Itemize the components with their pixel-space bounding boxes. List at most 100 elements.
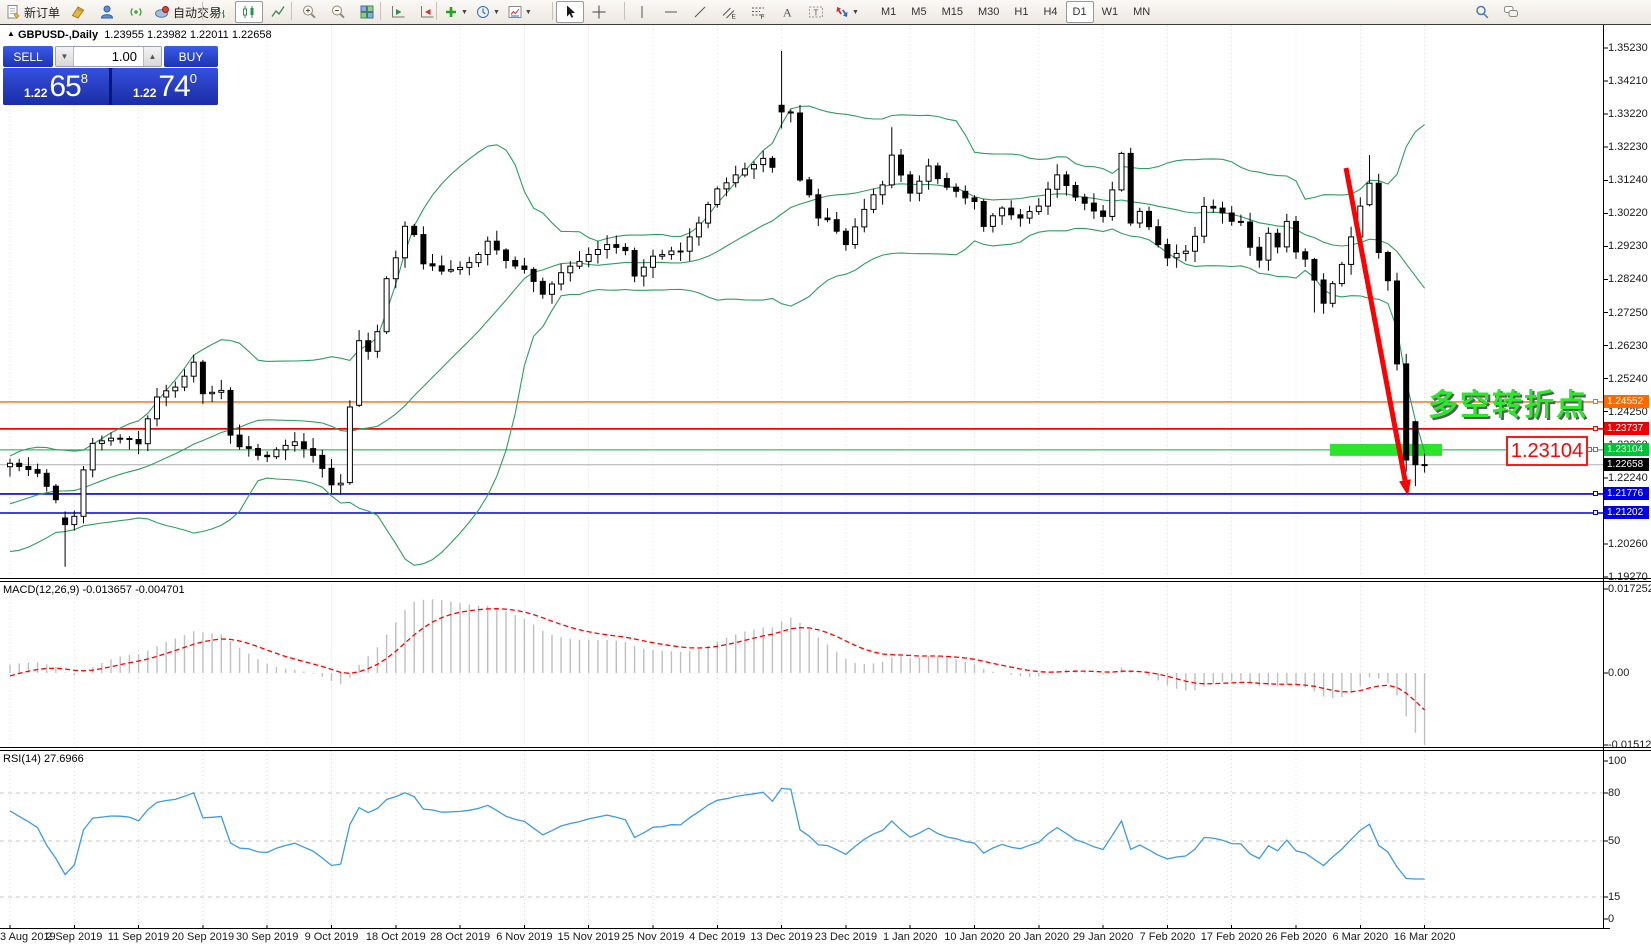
- dropdown-arrow-icon[interactable]: ▼: [525, 9, 532, 16]
- symbol-period-label: GBPUSD-,Daily: [18, 29, 98, 41]
- hline-handle[interactable]: [1593, 447, 1598, 452]
- vertical-line-button[interactable]: [628, 1, 656, 23]
- signals-icon: [128, 4, 144, 20]
- arrows-button[interactable]: ▼: [831, 1, 862, 23]
- volume-increase-button[interactable]: ▲: [143, 47, 161, 66]
- zoom-in-icon: [301, 4, 317, 20]
- toolbar-group: EFA T ▼: [628, 1, 862, 23]
- toolbar-group: ▼ ▼ ▼: [440, 1, 535, 23]
- indicators-button[interactable]: ▼: [440, 1, 471, 23]
- price-callout[interactable]: 1.23104: [1506, 436, 1588, 466]
- chart-shift-icon: [419, 4, 435, 20]
- fibonacci-button[interactable]: F: [744, 1, 772, 23]
- one-click-trade-panel: SELL ▼ ▲ BUY 1.22 65 8 1.22 74 0: [3, 46, 218, 105]
- auto-scroll-button[interactable]: [384, 1, 412, 23]
- svg-text:T: T: [814, 9, 819, 18]
- trendline-button[interactable]: [686, 1, 714, 23]
- auto-scroll-icon: [390, 4, 406, 20]
- timeframe-button-w1[interactable]: W1: [1095, 1, 1126, 23]
- trendline-icon: [692, 4, 708, 20]
- ohlc-values: 1.23955 1.23982 1.22011 1.22658: [104, 29, 271, 41]
- hline-handle[interactable]: [1593, 426, 1598, 431]
- turning-point-annotation[interactable]: 多空转折点: [1428, 380, 1588, 424]
- text-button[interactable]: A: [773, 1, 801, 23]
- rsi-label: RSI(14) 27.6966: [3, 753, 84, 765]
- templates-icon: [507, 4, 523, 20]
- buy-button[interactable]: BUY: [164, 46, 218, 67]
- timeframe-button-m30[interactable]: M30: [971, 1, 1006, 23]
- dropdown-arrow-icon[interactable]: ▼: [852, 9, 859, 16]
- buy-price-figure: 1.22: [133, 86, 156, 100]
- buy-price-pips: 74: [158, 70, 189, 104]
- line-chart-mode-button[interactable]: [264, 1, 292, 23]
- candlestick-mode-icon: [241, 4, 257, 20]
- price-badge: 1.23104: [1604, 443, 1649, 456]
- search-button[interactable]: [1468, 1, 1496, 23]
- community-chat-button[interactable]: [1497, 1, 1525, 23]
- chart-surface[interactable]: [0, 0, 1651, 945]
- price-badge: 1.24552: [1604, 395, 1649, 408]
- collapse-triangle-icon: ▲: [7, 29, 15, 38]
- text-label-button[interactable]: T: [802, 1, 830, 23]
- volume-input[interactable]: [74, 47, 143, 66]
- indicators-icon: [443, 4, 459, 20]
- zoom-out-button[interactable]: [324, 1, 352, 23]
- crosshair-icon: [591, 4, 607, 20]
- dropdown-arrow-icon[interactable]: ▼: [493, 9, 500, 16]
- zoom-in-button[interactable]: [295, 1, 323, 23]
- toolbar: 新订单自动交易▼▼▼EFAT▼M1M5M15M30H1H4D1W1MN: [0, 0, 1651, 25]
- hline-handle[interactable]: [1593, 510, 1598, 515]
- hline-handle[interactable]: [1593, 399, 1598, 404]
- bar-chart-mode-button[interactable]: [206, 1, 234, 23]
- macd-label: MACD(12,26,9) -0.013657 -0.004701: [3, 584, 185, 596]
- timeframe-button-mn[interactable]: MN: [1126, 1, 1157, 23]
- timeframe-button-m1[interactable]: M1: [874, 1, 903, 23]
- timeframe-button-h4[interactable]: H4: [1036, 1, 1064, 23]
- equidistant-channel-button[interactable]: E: [715, 1, 743, 23]
- candlestick-mode-button[interactable]: [235, 1, 263, 23]
- toolbar-separator: [291, 2, 292, 20]
- open-journal-button[interactable]: [64, 1, 92, 23]
- sell-price-tile[interactable]: 1.22 65 8: [3, 68, 109, 105]
- toolbar-separator: [552, 2, 553, 20]
- svg-text:A: A: [783, 6, 792, 20]
- sell-button[interactable]: SELL: [3, 46, 53, 67]
- periods-button[interactable]: ▼: [472, 1, 503, 23]
- chart-title: ▲ GBPUSD-,Daily 1.23955 1.23982 1.22011 …: [7, 29, 272, 41]
- toolbar-group: [206, 1, 292, 23]
- cursor-button[interactable]: [556, 1, 584, 23]
- community-chat-icon: [1503, 4, 1519, 20]
- timeframe-button-m5[interactable]: M5: [904, 1, 933, 23]
- timeframe-button-m15[interactable]: M15: [935, 1, 970, 23]
- buy-price-tile[interactable]: 1.22 74 0: [112, 68, 218, 105]
- tile-windows-icon: [359, 4, 375, 20]
- bar-chart-mode-icon: [212, 4, 228, 20]
- timeframe-button-d1[interactable]: D1: [1066, 1, 1094, 23]
- sell-price-figure: 1.22: [24, 86, 47, 100]
- price-badge: 1.23737: [1604, 422, 1649, 435]
- volume-decrease-button[interactable]: ▼: [56, 47, 74, 66]
- equidistant-channel-icon: E: [721, 4, 737, 20]
- crosshair-button[interactable]: [585, 1, 613, 23]
- horizontal-line-icon: [663, 4, 679, 20]
- text-label-icon: T: [808, 4, 824, 20]
- line-chart-mode-icon: [270, 4, 286, 20]
- new-order-button[interactable]: 新订单: [2, 1, 63, 23]
- sell-price-pips: 65: [49, 70, 80, 104]
- timeframe-button-h1[interactable]: H1: [1007, 1, 1035, 23]
- horizontal-line-button[interactable]: [657, 1, 685, 23]
- signals-button[interactable]: [122, 1, 150, 23]
- tile-windows-button[interactable]: [353, 1, 381, 23]
- hline-handle[interactable]: [1593, 491, 1598, 496]
- toolbar-group: [556, 1, 613, 23]
- toolbar-group: [384, 1, 441, 23]
- toolbar-group: M1M5M15M30H1H4D1W1MN: [874, 1, 1157, 23]
- dropdown-arrow-icon[interactable]: ▼: [461, 9, 468, 16]
- arrows-icon: [834, 4, 850, 20]
- search-icon: [1474, 4, 1490, 20]
- market-watch-button[interactable]: [93, 1, 121, 23]
- templates-button[interactable]: ▼: [504, 1, 535, 23]
- price-badge: 1.21202: [1604, 506, 1649, 519]
- toolbar-group: [295, 1, 381, 23]
- toolbar-separator: [202, 2, 203, 20]
